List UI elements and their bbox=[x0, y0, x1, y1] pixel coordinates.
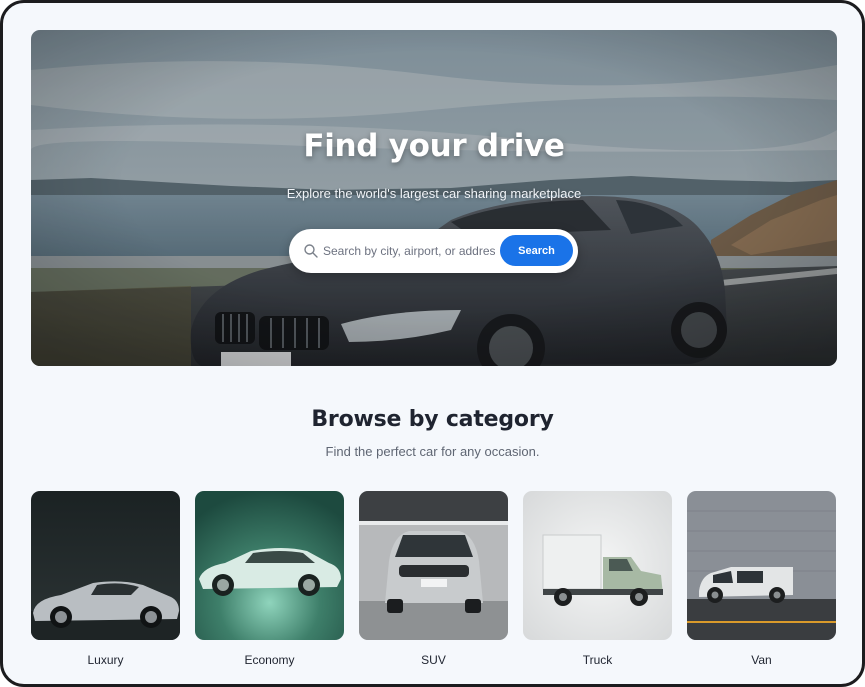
hero-subtitle: Explore the world's largest car sharing … bbox=[286, 186, 582, 201]
category-list: Luxury Economy SUV Truck Van bbox=[31, 491, 837, 671]
app-window: Find your drive Explore the world's larg… bbox=[0, 0, 865, 687]
category-label-truck: Truck bbox=[582, 653, 613, 667]
category-label-luxury: Luxury bbox=[87, 653, 124, 667]
section-subtitle: Find the perfect car for any occasion. bbox=[325, 444, 540, 459]
search-input[interactable] bbox=[323, 240, 495, 262]
search-icon bbox=[304, 244, 318, 258]
van-image bbox=[687, 491, 836, 640]
category-label-suv: SUV bbox=[421, 653, 446, 667]
hero-title: Find your drive bbox=[303, 128, 565, 164]
suv-car-image bbox=[359, 491, 508, 640]
economy-car-image bbox=[195, 491, 344, 640]
luxury-car-image bbox=[31, 491, 180, 640]
category-card-van[interactable]: Van bbox=[687, 491, 836, 667]
category-card-suv[interactable]: SUV bbox=[359, 491, 508, 667]
hero-banner: Find your drive Explore the world's larg… bbox=[31, 30, 837, 366]
category-card-luxury[interactable]: Luxury bbox=[31, 491, 180, 667]
section-title: Browse by category bbox=[311, 407, 554, 432]
search-bar: Search bbox=[289, 229, 578, 273]
search-button[interactable]: Search bbox=[500, 235, 573, 266]
truck-image bbox=[523, 491, 672, 640]
category-label-van: Van bbox=[751, 653, 772, 667]
category-label-economy: Economy bbox=[244, 653, 295, 667]
category-card-economy[interactable]: Economy bbox=[195, 491, 344, 667]
category-card-truck[interactable]: Truck bbox=[523, 491, 672, 667]
